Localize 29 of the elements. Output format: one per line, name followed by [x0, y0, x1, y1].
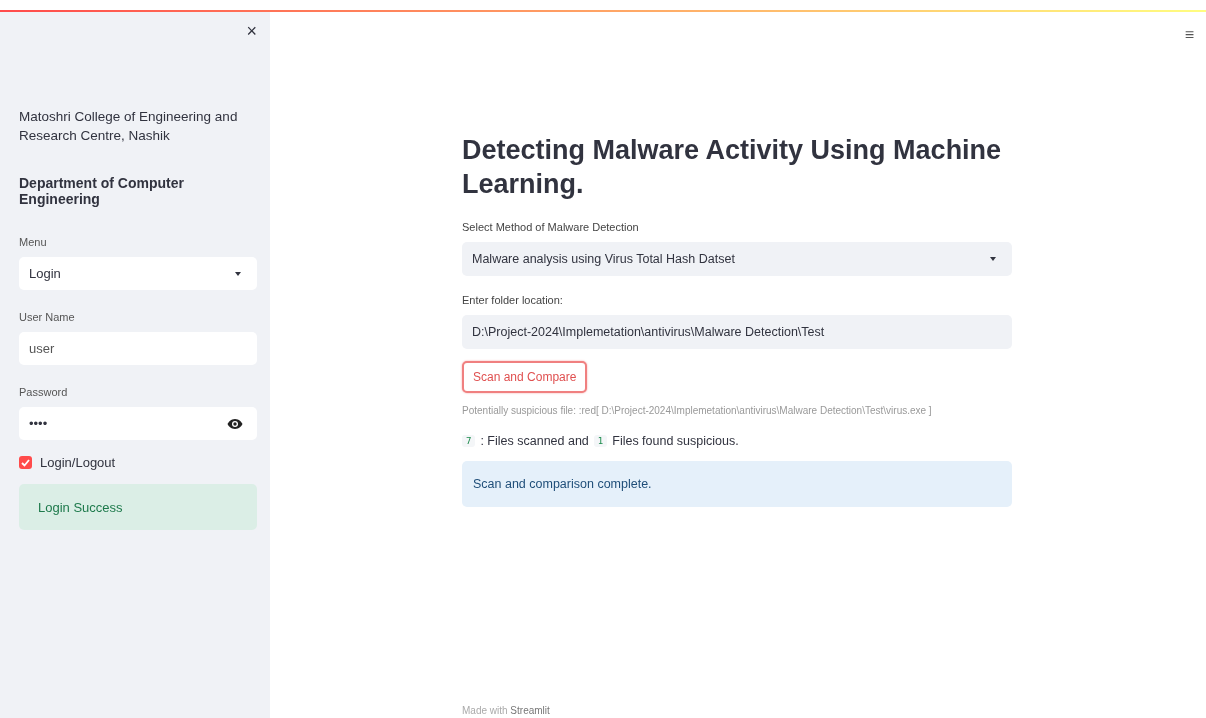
footer-text: Made with Streamlit	[462, 705, 550, 716]
caret-icon	[233, 270, 243, 277]
field-label: Enter folder location:	[462, 294, 564, 306]
count-code: 1	[593, 435, 608, 447]
menu-dropdown[interactable]: Login	[19, 257, 257, 290]
field-label: User Name	[19, 311, 76, 323]
field-label: Password	[19, 386, 69, 398]
department-name: Department of Computer Engineering	[19, 175, 185, 207]
summary-text: : Files scanned and	[480, 434, 589, 448]
caret-icon	[988, 256, 998, 262]
close-button[interactable]: ×	[246, 21, 257, 41]
password-field[interactable]: ••••	[19, 407, 257, 440]
folder-input[interactable]: D:\Project-2024\Implemetation\antivirus\Malware Detection\Test	[462, 315, 1012, 349]
success-alert: Login Success	[19, 484, 257, 530]
count-code: 7	[462, 435, 476, 447]
page-title: Detecting Malware Activity Using Machine Learning.	[462, 134, 1002, 201]
suspicious-file-note: Potentially suspicious file: :red[ D:\Project-2024\Implemetation\antivirus\Malware Detection\Test\virus.exe ]	[462, 405, 933, 416]
field-label: Menu	[19, 236, 48, 248]
summary-text: Files found suspicious.	[612, 434, 739, 448]
field-label: Select Method of Malware Detection	[462, 221, 640, 233]
college-name: Matoshri College of Engineering and Research Centre, Nashik	[19, 108, 239, 145]
menu-icon[interactable]: ≡	[1184, 26, 1194, 44]
scan-button[interactable]: Scan and Compare	[462, 361, 588, 393]
info-alert: Scan and comparison complete.	[462, 461, 1012, 507]
username-field[interactable]: user	[19, 332, 257, 365]
method-dropdown[interactable]: Malware analysis using Virus Total Hash Datset	[462, 242, 1012, 276]
eye-icon[interactable]	[227, 417, 243, 430]
checkbox-label: Login/Logout	[40, 455, 116, 470]
checkbox[interactable]	[19, 456, 32, 469]
